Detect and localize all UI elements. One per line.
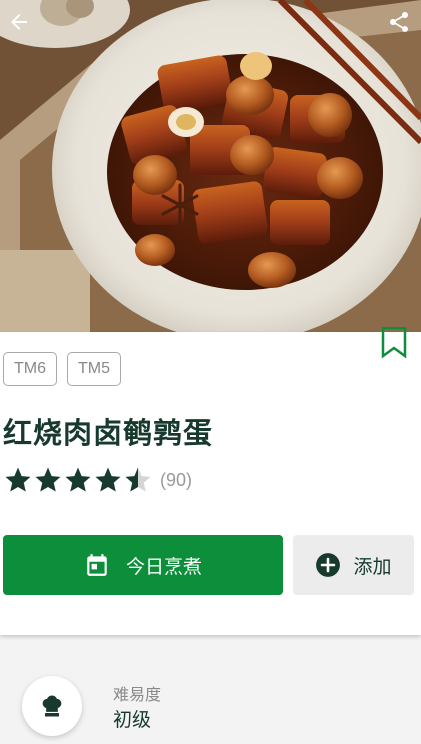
back-button[interactable]: [3, 6, 35, 38]
braised-pork-photo: [0, 0, 421, 332]
arrow-left-icon: [11, 14, 27, 30]
share-button[interactable]: [383, 6, 415, 38]
device-tag-tm6: TM6: [3, 352, 57, 386]
add-button[interactable]: 添加: [293, 535, 414, 595]
recipe-hero-image: [0, 0, 421, 332]
rating: (90): [3, 465, 192, 495]
difficulty-label: 难易度: [113, 685, 162, 704]
bookmark-button[interactable]: [380, 326, 408, 359]
difficulty-icon-badge: [22, 676, 82, 736]
difficulty-value: 初级: [113, 709, 152, 731]
rating-count: (90): [160, 469, 193, 490]
star-full-icon: [95, 467, 121, 492]
calendar-icon: [87, 554, 107, 576]
device-tag-tm5: TM5: [67, 352, 121, 386]
recipe-title: 红烧肉卤鹌鹑蛋: [3, 416, 214, 450]
star-full-icon: [65, 467, 91, 492]
star-full-icon: [5, 467, 31, 492]
bookmark-outline-icon: [381, 326, 407, 359]
recipe-info-card: TM6 TM5 红烧肉卤鹌鹑蛋 (90) 今日烹煮 添加: [0, 326, 421, 635]
add-label: 添加: [353, 555, 392, 578]
cook-today-label: 今日烹煮: [125, 555, 202, 578]
plus-circle-icon: [316, 553, 341, 577]
chef-hat-icon: [42, 695, 62, 717]
share-icon: [390, 12, 408, 32]
star-half-icon: [125, 467, 151, 492]
cook-today-button[interactable]: 今日烹煮: [3, 535, 283, 595]
star-full-icon: [35, 467, 61, 492]
device-tags: TM6 TM5: [3, 352, 121, 386]
